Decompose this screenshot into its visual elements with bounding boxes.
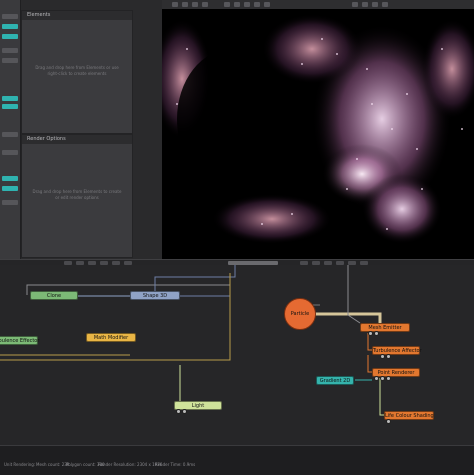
node-port[interactable] bbox=[176, 409, 181, 414]
status-bar bbox=[0, 445, 474, 475]
status-item: Render Time: 0.9ms bbox=[155, 462, 196, 467]
tool-button[interactable] bbox=[2, 48, 18, 53]
node-particle[interactable]: Particle bbox=[284, 298, 316, 330]
node-port[interactable] bbox=[386, 376, 391, 381]
node-port[interactable] bbox=[380, 376, 385, 381]
node-graph[interactable]: Clone Shape 3D Turbulence Effector Math … bbox=[0, 265, 474, 445]
elements-panel-hint: Drag and drop here from Elements or use … bbox=[35, 65, 119, 76]
node-port[interactable] bbox=[368, 331, 373, 336]
node-port[interactable] bbox=[182, 409, 187, 414]
render-options-panel: Render Options Drag and drop here from E… bbox=[21, 134, 133, 258]
tool-button[interactable] bbox=[2, 150, 18, 155]
node-port[interactable] bbox=[374, 331, 379, 336]
node-turbulence-affector[interactable]: Turbulence Affector bbox=[372, 346, 422, 355]
viewport-tool-icon[interactable] bbox=[264, 2, 270, 7]
viewport-tool-icon[interactable] bbox=[244, 2, 250, 7]
node-port[interactable] bbox=[386, 354, 391, 359]
viewport-tool-icon[interactable] bbox=[172, 2, 178, 7]
node-turbulence-effector[interactable]: Turbulence Effector bbox=[0, 336, 39, 345]
tool-button-active[interactable] bbox=[2, 34, 18, 39]
tool-button[interactable] bbox=[2, 132, 18, 137]
elements-panel-title: Elements bbox=[22, 11, 132, 20]
node-shape3d[interactable]: Shape 3D bbox=[130, 291, 180, 300]
tool-button-active[interactable] bbox=[2, 104, 18, 109]
node-gradient-2d[interactable]: Gradient 2D bbox=[316, 376, 354, 385]
status-item: Unit Rendering: bbox=[4, 462, 36, 467]
viewport-tool-icon[interactable] bbox=[362, 2, 368, 7]
node-port[interactable] bbox=[386, 419, 391, 424]
viewport-tool-icon[interactable] bbox=[254, 2, 260, 7]
node-port[interactable] bbox=[380, 354, 385, 359]
node-life-colour-shading[interactable]: Life Colour Shading bbox=[384, 411, 434, 420]
viewport-tool-icon[interactable] bbox=[192, 2, 198, 7]
viewport-tool-icon[interactable] bbox=[352, 2, 358, 7]
render-options-hint: Drag and drop here from Elements to crea… bbox=[32, 189, 122, 200]
node-clone[interactable]: Clone bbox=[30, 291, 78, 300]
node-port[interactable] bbox=[374, 376, 379, 381]
viewport-tool-icon[interactable] bbox=[224, 2, 230, 7]
tool-button-active[interactable] bbox=[2, 96, 18, 101]
viewport-tool-icon[interactable] bbox=[234, 2, 240, 7]
tool-button-active[interactable] bbox=[2, 186, 18, 191]
node-mesh-emitter[interactable]: Mesh Emitter bbox=[360, 323, 410, 332]
tool-button-active[interactable] bbox=[2, 24, 18, 29]
viewport-tool-icon[interactable] bbox=[372, 2, 378, 7]
viewport-tool-icon[interactable] bbox=[202, 2, 208, 7]
node-math-modifier[interactable]: Math Modifier bbox=[86, 333, 136, 342]
status-item: Render Resolution: 2304 x 1976 bbox=[98, 462, 163, 467]
left-tool-strip bbox=[0, 0, 21, 260]
viewport-tool-icon[interactable] bbox=[182, 2, 188, 7]
node-light[interactable]: Light bbox=[174, 401, 222, 410]
node-point-renderer[interactable]: Point Renderer bbox=[372, 368, 420, 377]
panel-gutter bbox=[133, 0, 162, 259]
viewport-toolbar bbox=[162, 0, 474, 9]
elements-panel: Elements Drag and drop here from Element… bbox=[21, 10, 133, 134]
tool-button[interactable] bbox=[2, 200, 18, 205]
tool-button-active[interactable] bbox=[2, 176, 18, 181]
render-viewport[interactable] bbox=[162, 9, 474, 259]
tool-button[interactable] bbox=[2, 14, 18, 19]
viewport-tool-icon[interactable] bbox=[382, 2, 388, 7]
tool-button[interactable] bbox=[2, 58, 18, 63]
particle-render-image bbox=[162, 9, 474, 259]
render-options-title: Render Options bbox=[22, 135, 132, 144]
